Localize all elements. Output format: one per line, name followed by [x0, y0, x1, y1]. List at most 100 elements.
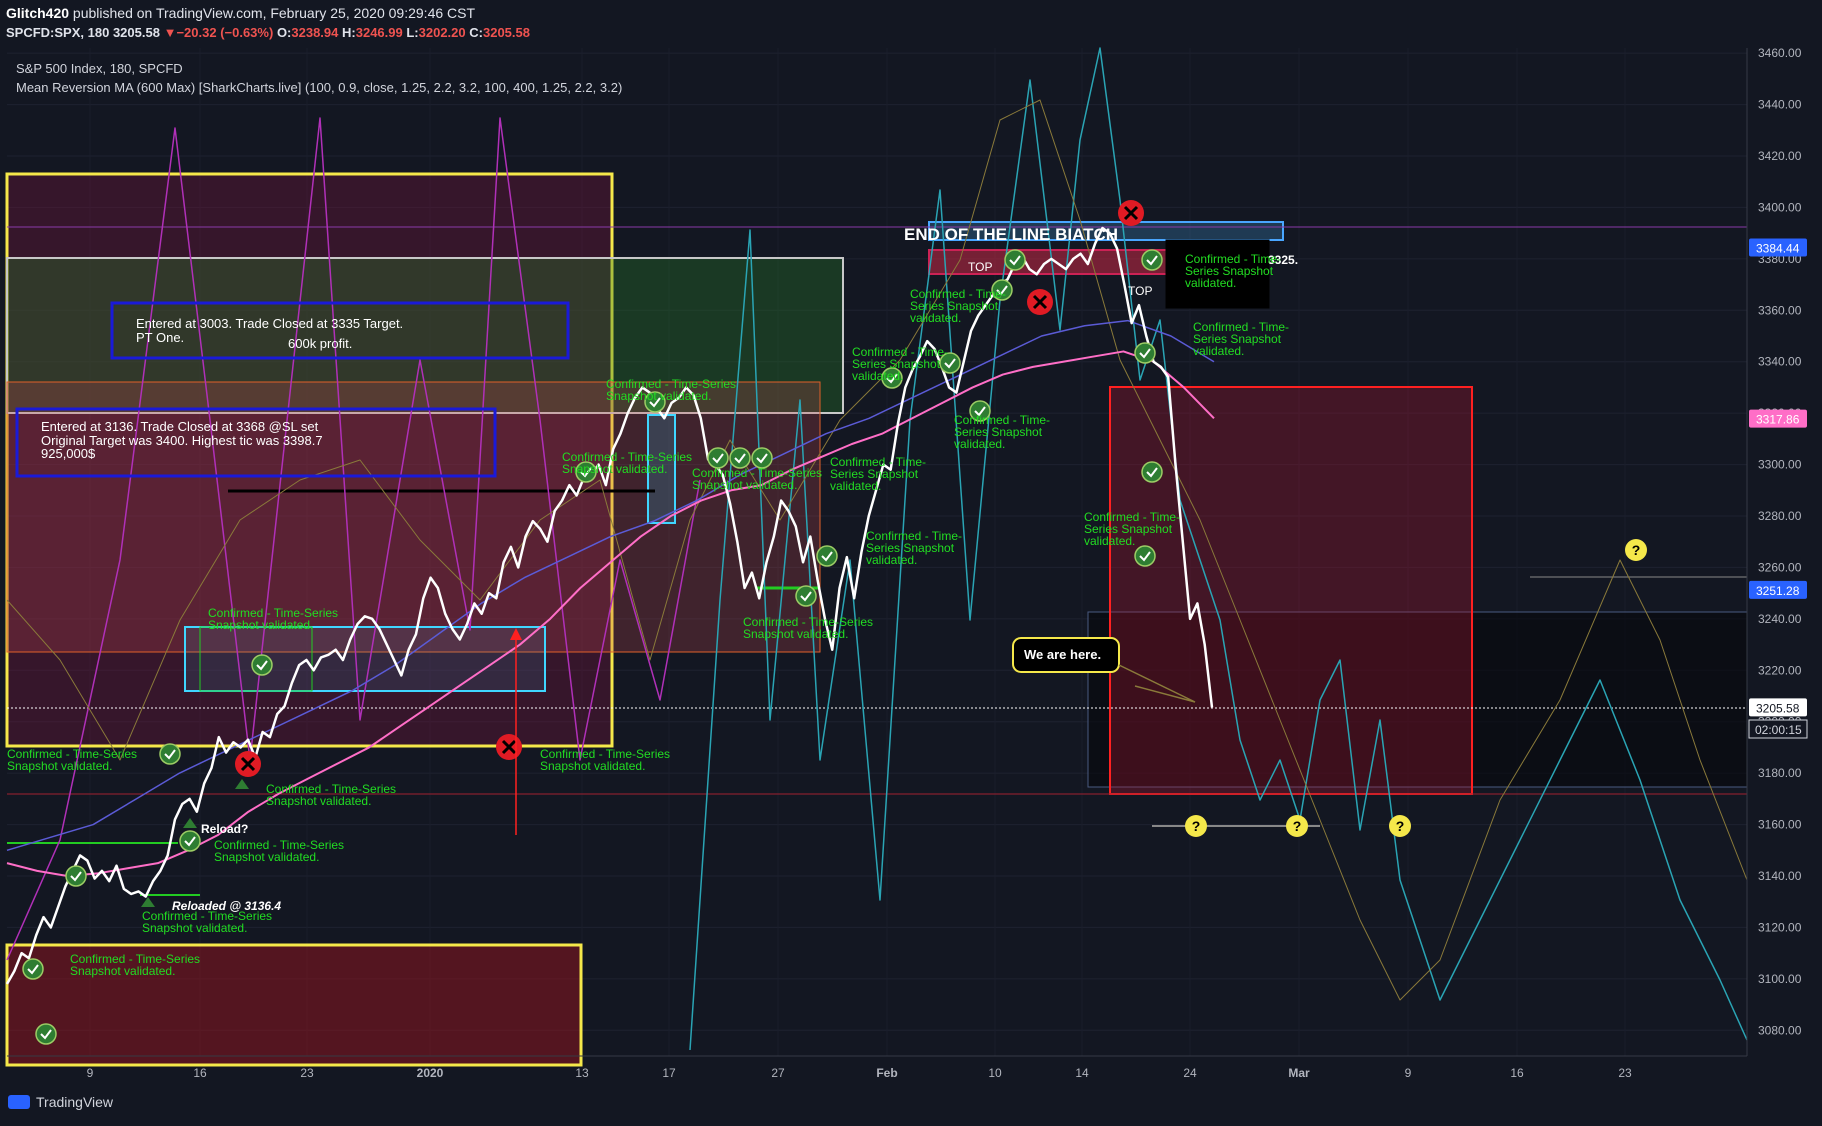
- confirm-label: validated.: [830, 479, 881, 493]
- x-tick-label: Mar: [1288, 1066, 1310, 1080]
- check-icon: [1134, 545, 1156, 567]
- check-icon: [729, 447, 751, 469]
- confirm-label: Snapshot validated.: [266, 794, 371, 808]
- tradingview-logo[interactable]: TradingView: [8, 1094, 113, 1110]
- y-tick-label: 3120.00: [1758, 920, 1802, 934]
- cyan-box: [184, 626, 546, 692]
- y-tick-label: 3080.00: [1758, 1023, 1802, 1037]
- y-tick-label: 3220.00: [1758, 663, 1802, 677]
- question-mark: ?: [1632, 542, 1641, 558]
- question-icon: ?: [1185, 815, 1207, 837]
- y-tick-label: 3260.00: [1758, 560, 1802, 574]
- close-icon: [1027, 289, 1053, 315]
- confirm-label: validated.: [1193, 344, 1244, 358]
- confirm-label: Snapshot validated.: [562, 462, 667, 476]
- confirm-label: validated.: [1185, 276, 1236, 290]
- y-tick-label: 3460.00: [1758, 46, 1802, 60]
- price-badge-label: 3205.58: [1756, 701, 1800, 715]
- confirm-label: Snapshot validated.: [208, 618, 313, 632]
- y-tick-label: 3140.00: [1758, 869, 1802, 883]
- check-icon: [35, 1023, 57, 1045]
- confirm-label: Snapshot validated.: [142, 921, 247, 935]
- check-icon: [65, 865, 87, 887]
- check-icon: [179, 830, 201, 852]
- top-label: TOP: [1128, 284, 1152, 298]
- price-axis[interactable]: 3080.00 3100.00 3120.00 3140.00 3160.00 3180.…: [1746, 46, 1808, 1056]
- x-tick-label: 10: [988, 1066, 1002, 1080]
- check-icon: [1134, 342, 1156, 364]
- close-icon: [1118, 200, 1144, 226]
- trade-note-1-text: 600k profit.: [288, 336, 352, 351]
- y-tick-label: 3100.00: [1758, 972, 1802, 986]
- check-icon: [707, 447, 729, 469]
- question-mark: ?: [1293, 818, 1302, 834]
- x-tick-label: 16: [193, 1066, 207, 1080]
- trade-note-2-text: 925,000$: [41, 446, 96, 461]
- y-tick-label: 3160.00: [1758, 818, 1802, 832]
- y-tick-label: 3440.00: [1758, 98, 1802, 112]
- confirm-label: Snapshot validated.: [214, 850, 319, 864]
- check-icon: [22, 958, 44, 980]
- confirm-label: validated.: [852, 369, 903, 383]
- tradingview-logo-icon: [8, 1095, 30, 1109]
- confirm-label: Snapshot validated.: [743, 627, 848, 641]
- close-icon: [235, 751, 261, 777]
- x-tick-label: 23: [1618, 1066, 1632, 1080]
- y-tick-label: 3180.00: [1758, 766, 1802, 780]
- confirm-label: Snapshot validated.: [70, 964, 175, 978]
- confirm-label: validated.: [954, 437, 1005, 451]
- price-badge-label: 3384.44: [1756, 241, 1800, 255]
- x-tick-label: 2020: [417, 1066, 444, 1080]
- x-tick-label: 9: [87, 1066, 94, 1080]
- x-tick-label: 16: [1510, 1066, 1524, 1080]
- we-are-here-label: We are here.: [1024, 647, 1101, 662]
- y-tick-label: 3300.00: [1758, 458, 1802, 472]
- check-icon: [1141, 461, 1163, 483]
- tradingview-brand: TradingView: [36, 1094, 114, 1110]
- confirm-label: Snapshot validated.: [540, 759, 645, 773]
- indicator-title: Mean Reversion MA (600 Max) [SharkCharts…: [16, 80, 622, 95]
- confirm-label: validated.: [910, 311, 961, 325]
- y-tick-label: 3400.00: [1758, 200, 1802, 214]
- check-icon: [251, 654, 273, 676]
- footer: [0, 1084, 1822, 1126]
- confirm-label: Snapshot validated.: [606, 389, 711, 403]
- price-chart[interactable]: ??? ? Entered at 3003. Trade Closed at 333…: [0, 0, 1822, 1084]
- check-icon: [751, 447, 773, 469]
- question-mark: ?: [1396, 818, 1405, 834]
- confirm-label: validated.: [866, 553, 917, 567]
- check-icon: [816, 545, 838, 567]
- top-label: TOP: [968, 260, 992, 274]
- confirm-label: Snapshot validated.: [7, 759, 112, 773]
- y-tick-label: 3240.00: [1758, 612, 1802, 626]
- x-tick-label: 14: [1075, 1066, 1089, 1080]
- y-tick-label: 3280.00: [1758, 509, 1802, 523]
- x-tick-label: 13: [575, 1066, 589, 1080]
- price-badge-label: 3317.86: [1756, 413, 1800, 427]
- countdown-label: 02:00:15: [1755, 723, 1802, 737]
- x-tick-label: 17: [662, 1066, 676, 1080]
- y-tick-label: 3420.00: [1758, 149, 1802, 163]
- chart-title: S&P 500 Index, 180, SPCFD: [16, 61, 183, 76]
- check-icon: [795, 585, 817, 607]
- question-mark: ?: [1192, 818, 1201, 834]
- check-icon: [1004, 249, 1026, 271]
- trade-note-2-text: Entered at 3136. Trade Closed at 3368 @S…: [41, 419, 319, 434]
- close-icon: [496, 734, 522, 760]
- reload-label: Reload?: [201, 822, 248, 836]
- y-tick-label: 3360.00: [1758, 303, 1802, 317]
- question-icon: ?: [1286, 815, 1308, 837]
- y-tick-label: 3340.00: [1758, 355, 1802, 369]
- price-badge-label: 3251.28: [1756, 584, 1800, 598]
- confirm-label: validated.: [1084, 534, 1135, 548]
- x-tick-label: 9: [1405, 1066, 1412, 1080]
- question-icon: ?: [1389, 815, 1411, 837]
- check-icon: [1141, 249, 1163, 271]
- x-tick-label: Feb: [876, 1066, 897, 1080]
- x-tick-label: 27: [771, 1066, 785, 1080]
- trade-note-1-text: PT One.: [136, 330, 184, 345]
- end-of-line-label: END OF THE LINE BIATCH: [904, 225, 1118, 244]
- x-tick-label: 24: [1183, 1066, 1197, 1080]
- check-icon: [159, 743, 181, 765]
- trade-note-1-text: Entered at 3003. Trade Closed at 3335 Ta…: [136, 316, 403, 331]
